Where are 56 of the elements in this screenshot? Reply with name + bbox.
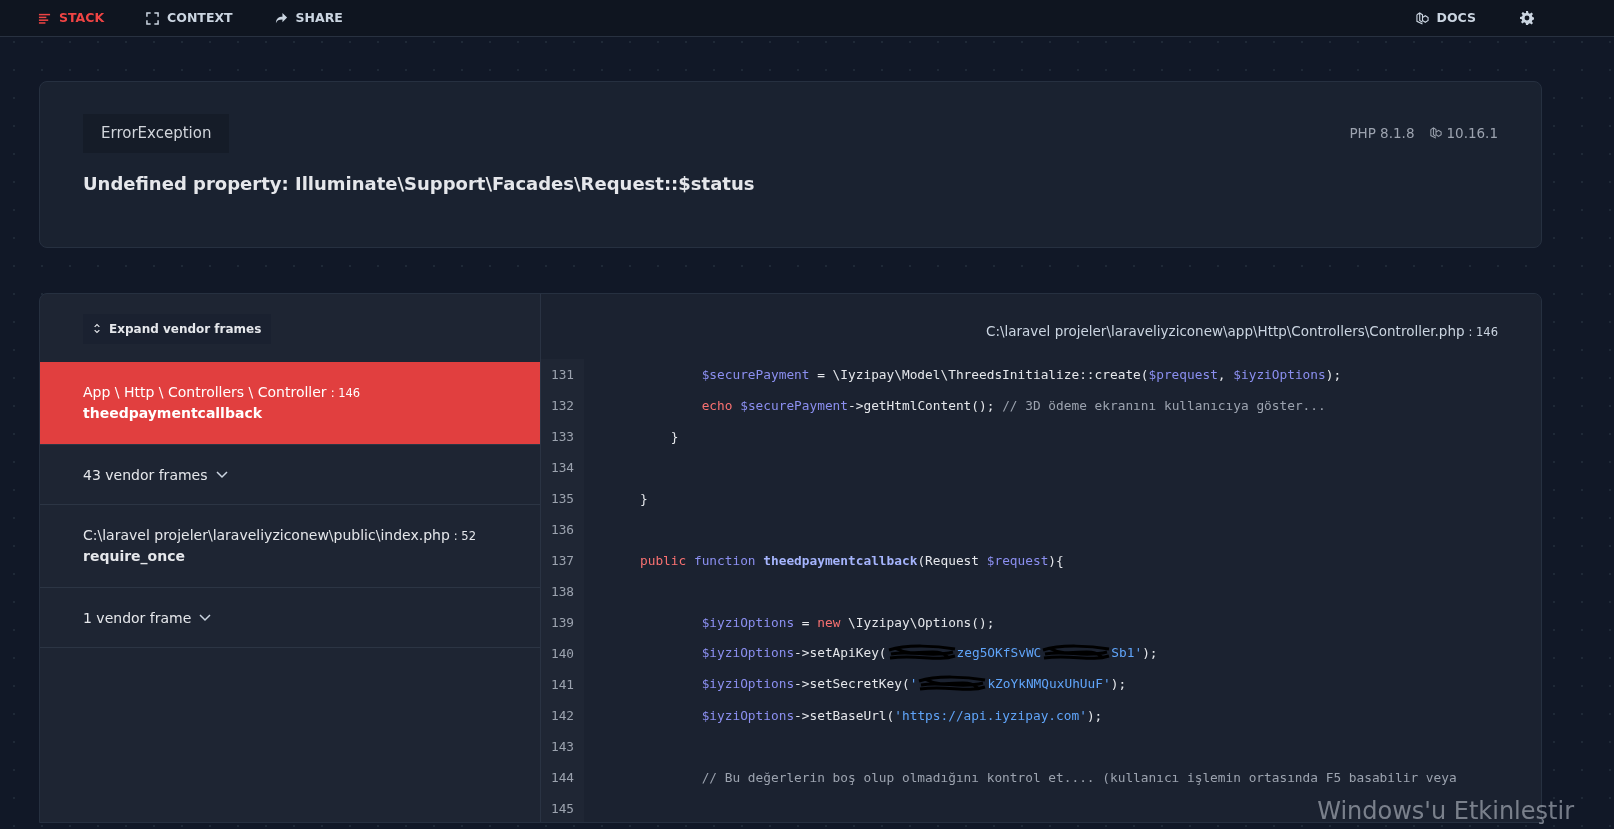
expand-vendor-button[interactable]: Expand vendor frames xyxy=(83,313,272,344)
line-number: 131 xyxy=(541,358,584,390)
expand-icon xyxy=(146,11,160,25)
chevrons-icon xyxy=(93,323,101,334)
code-line: echo $securePayment->getHtmlContent(); // 3D ödeme ekranını kullanıcıya göster... xyxy=(700,396,1326,415)
php-version: PHP 8.1.8 xyxy=(1349,124,1415,144)
frame-line-number: : 146 xyxy=(330,385,361,400)
nav-tab[interactable]: CONTEXT xyxy=(146,8,233,28)
frame-line-number: : 52 xyxy=(453,528,476,543)
exception-type: ErrorException xyxy=(83,114,230,153)
nav-tab[interactable]: SHARE xyxy=(274,8,343,28)
line-number: 137 xyxy=(541,544,584,576)
chevron-down-icon xyxy=(199,614,212,622)
frame-file: App \ Http \ Controllers \ Controller xyxy=(83,383,327,400)
stack-frame[interactable]: C:\laravel projeler\laraveliyziconew\public\index.php : 52 require_once xyxy=(40,504,540,588)
code-line: $securePayment = \Iyzipay\Model\ThreedsInitialize::create($prequest, $iyziOptions); xyxy=(700,365,1342,384)
stack-frame[interactable]: App \ Http \ Controllers \ Controller : 146 theedpaymentcallback xyxy=(40,361,540,445)
code-line: // Bu değerlerin boş olup olmadığını kontrol et.... (kullanıcı işlemin ortasında F5 basabilir veya xyxy=(700,768,1457,787)
line-number: 132 xyxy=(541,389,584,421)
os-activation-notice: Windows'u Etkinleştir xyxy=(1317,796,1574,827)
line-number: 142 xyxy=(541,699,584,731)
chevron-down-icon xyxy=(215,471,228,479)
stack-icon xyxy=(38,11,51,25)
code-line: } xyxy=(669,427,679,446)
error-message: Undefined property: Illuminate\Support\Facades\Request::$status xyxy=(83,171,756,196)
code-line: } xyxy=(639,489,648,508)
frame-file: C:\laravel projeler\laraveliyziconew\public\index.php xyxy=(83,526,450,543)
code-line: $iyziOptions->setApiKey( zeg5OKfSvWC Sb1'); xyxy=(584,642,1158,665)
share-icon xyxy=(274,11,288,25)
laravel-logo-icon xyxy=(1430,127,1443,140)
laravel-logo-icon xyxy=(1415,11,1429,25)
nav-tab[interactable]: STACK xyxy=(38,8,105,28)
laravel-version: 10.16.1 xyxy=(1446,124,1498,144)
line-number: 136 xyxy=(541,513,584,545)
code-file-path: C:\laravel projeler\laraveliyziconew\app\Http\Controllers\Controller.php xyxy=(985,322,1465,339)
line-number: 141 xyxy=(541,668,584,700)
line-number: 140 xyxy=(541,637,584,669)
line-number: 133 xyxy=(541,420,584,452)
code-line: $iyziOptions->setSecretKey(' kZoYkNMQuxUhUuF'); xyxy=(584,673,1127,696)
frame-method: theedpaymentcallback xyxy=(83,403,263,423)
settings-button[interactable] xyxy=(1520,11,1534,25)
code-line: public function theedpaymentcallback(Request $request){ xyxy=(639,551,1064,570)
frame-method: require_once xyxy=(83,546,186,567)
code-line-number: : 146 xyxy=(1468,324,1498,339)
line-number: 135 xyxy=(541,482,584,514)
line-number: 138 xyxy=(541,575,584,607)
vendor-frames-toggle[interactable]: 43 vendor frames xyxy=(40,444,540,505)
line-number: 134 xyxy=(541,451,584,483)
line-number: 145 xyxy=(541,792,584,822)
line-number: 143 xyxy=(541,730,584,762)
code-line: $iyziOptions->setBaseUrl('https://api.iyzipay.com'); xyxy=(700,706,1103,725)
docs-link[interactable]: DOCS xyxy=(1415,8,1476,28)
code-line: $iyziOptions = new \Iyzipay\Options(); xyxy=(700,613,995,632)
line-number: 139 xyxy=(541,606,584,638)
vendor-frames-toggle[interactable]: 1 vendor frame xyxy=(40,587,540,648)
line-number: 144 xyxy=(541,761,584,793)
